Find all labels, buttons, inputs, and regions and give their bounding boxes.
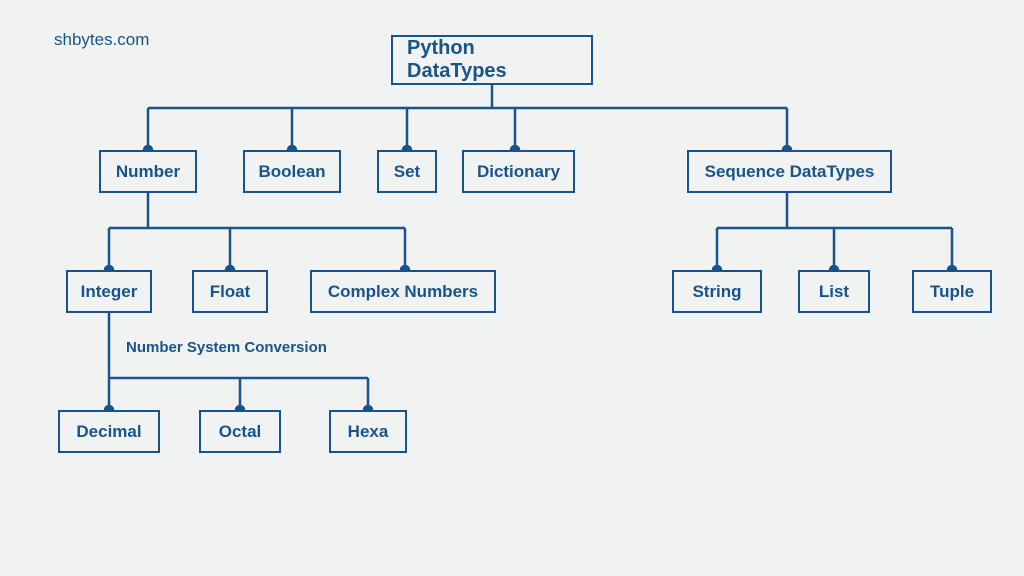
node-string: String [672,270,762,313]
connector-lines [0,0,1024,576]
note-number-system-conversion: Number System Conversion [126,339,327,356]
node-root-python-datatypes: Python DataTypes [391,35,593,85]
node-float: Float [192,270,268,313]
node-sequence-datatypes: Sequence DataTypes [687,150,892,193]
node-tuple: Tuple [912,270,992,313]
node-boolean: Boolean [243,150,341,193]
node-hexa: Hexa [329,410,407,453]
node-octal: Octal [199,410,281,453]
node-dictionary: Dictionary [462,150,575,193]
node-set: Set [377,150,437,193]
node-integer: Integer [66,270,152,313]
node-number: Number [99,150,197,193]
node-list: List [798,270,870,313]
node-decimal: Decimal [58,410,160,453]
node-complex-numbers: Complex Numbers [310,270,496,313]
